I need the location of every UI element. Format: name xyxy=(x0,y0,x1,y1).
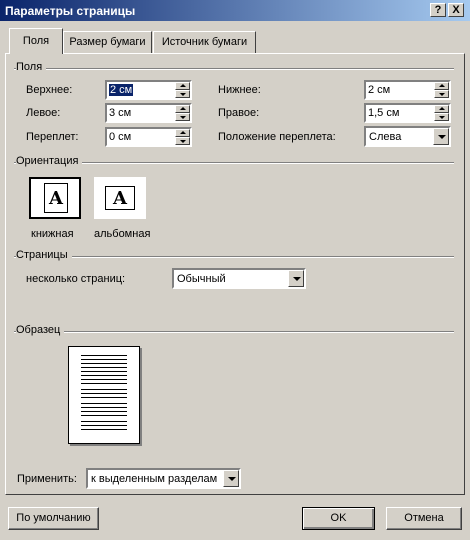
orientation-group-label: Ориентация xyxy=(16,155,83,167)
help-button[interactable]: ? xyxy=(430,3,446,17)
gutter-position-dropdown-icon[interactable] xyxy=(433,128,449,145)
multiple-pages-dropdown-icon[interactable] xyxy=(288,270,304,287)
tab-paper-size-label: Размер бумаги xyxy=(69,36,146,48)
window-title: Параметры страницы xyxy=(5,4,136,18)
landscape-label: альбомная xyxy=(94,228,151,240)
tab-margins-label: Поля xyxy=(22,35,50,47)
bottom-margin-label: Нижнее: xyxy=(218,84,261,96)
left-margin-up-arrow-icon[interactable] xyxy=(175,105,190,113)
cancel-button-label: Отмена xyxy=(404,512,444,524)
landscape-button[interactable]: A xyxy=(94,177,146,219)
gutter-value[interactable]: 0 см xyxy=(109,131,131,143)
apply-to-dropdown-icon[interactable] xyxy=(223,470,239,487)
right-margin-up-arrow-icon[interactable] xyxy=(434,105,449,113)
multiple-pages-label: несколько страниц: xyxy=(26,273,126,285)
right-margin-value[interactable]: 1,5 см xyxy=(368,107,399,119)
portrait-label: книжная xyxy=(31,228,74,240)
right-margin-spinner[interactable]: 1,5 см xyxy=(364,103,451,123)
pages-divider xyxy=(14,256,454,258)
landscape-glyph: A xyxy=(113,188,127,209)
preview-group-label: Образец xyxy=(16,324,65,336)
gutter-position-value: Слева xyxy=(369,131,402,143)
tab-margins[interactable]: Поля xyxy=(9,28,63,54)
portrait-button[interactable]: A xyxy=(29,177,81,219)
gutter-down-arrow-icon[interactable] xyxy=(175,137,190,145)
gutter-position-label: Положение переплета: xyxy=(218,131,336,143)
gutter-label: Переплет: xyxy=(26,131,79,143)
portrait-glyph: A xyxy=(49,188,63,209)
tab-paper-size[interactable]: Размер бумаги xyxy=(63,31,152,53)
right-margin-label: Правое: xyxy=(218,107,260,119)
ok-button[interactable]: OK xyxy=(302,507,375,530)
left-margin-label: Левое: xyxy=(26,107,61,119)
gutter-up-arrow-icon[interactable] xyxy=(175,129,190,137)
portrait-page-icon: A xyxy=(44,183,68,213)
top-margin-label: Верхнее: xyxy=(26,84,73,96)
apply-to-select[interactable]: к выделенным разделам xyxy=(86,468,241,489)
preview-divider xyxy=(14,331,454,333)
right-margin-down-arrow-icon[interactable] xyxy=(434,113,449,121)
top-margin-value[interactable]: 2 см xyxy=(109,84,134,96)
tab-paper-source-label: Источник бумаги xyxy=(161,36,248,48)
bottom-margin-value[interactable]: 2 см xyxy=(368,84,390,96)
apply-to-value: к выделенным разделам xyxy=(91,473,218,485)
left-margin-down-arrow-icon[interactable] xyxy=(175,113,190,121)
cancel-button[interactable]: Отмена xyxy=(386,507,462,530)
apply-label: Применить: xyxy=(17,473,77,485)
margins-group-label: Поля xyxy=(16,61,47,73)
margins-divider xyxy=(14,68,454,70)
top-margin-up-arrow-icon[interactable] xyxy=(175,82,190,90)
help-icon: ? xyxy=(434,4,442,16)
bottom-margin-up-arrow-icon[interactable] xyxy=(434,82,449,90)
preview-page xyxy=(68,346,140,444)
top-margin-down-arrow-icon[interactable] xyxy=(175,90,190,98)
left-margin-spinner[interactable]: 3 см xyxy=(105,103,192,123)
gutter-position-select[interactable]: Слева xyxy=(364,126,451,147)
top-margin-spinner[interactable]: 2 см xyxy=(105,80,192,100)
landscape-page-icon: A xyxy=(105,186,135,210)
pages-group-label: Страницы xyxy=(16,249,72,261)
close-icon: X xyxy=(452,4,460,16)
default-button[interactable]: По умолчанию xyxy=(8,507,99,530)
title-bar[interactable]: Параметры страницы xyxy=(0,0,470,21)
multiple-pages-select[interactable]: Обычный xyxy=(172,268,306,289)
left-margin-value[interactable]: 3 см xyxy=(109,107,131,119)
default-button-label: По умолчанию xyxy=(16,512,91,524)
gutter-spinner[interactable]: 0 см xyxy=(105,127,192,147)
tab-paper-source[interactable]: Источник бумаги xyxy=(153,31,256,53)
close-button[interactable]: X xyxy=(448,3,464,17)
bottom-margin-spinner[interactable]: 2 см xyxy=(364,80,451,100)
multiple-pages-value: Обычный xyxy=(177,273,226,285)
bottom-margin-down-arrow-icon[interactable] xyxy=(434,90,449,98)
ok-button-label: OK xyxy=(330,512,347,524)
